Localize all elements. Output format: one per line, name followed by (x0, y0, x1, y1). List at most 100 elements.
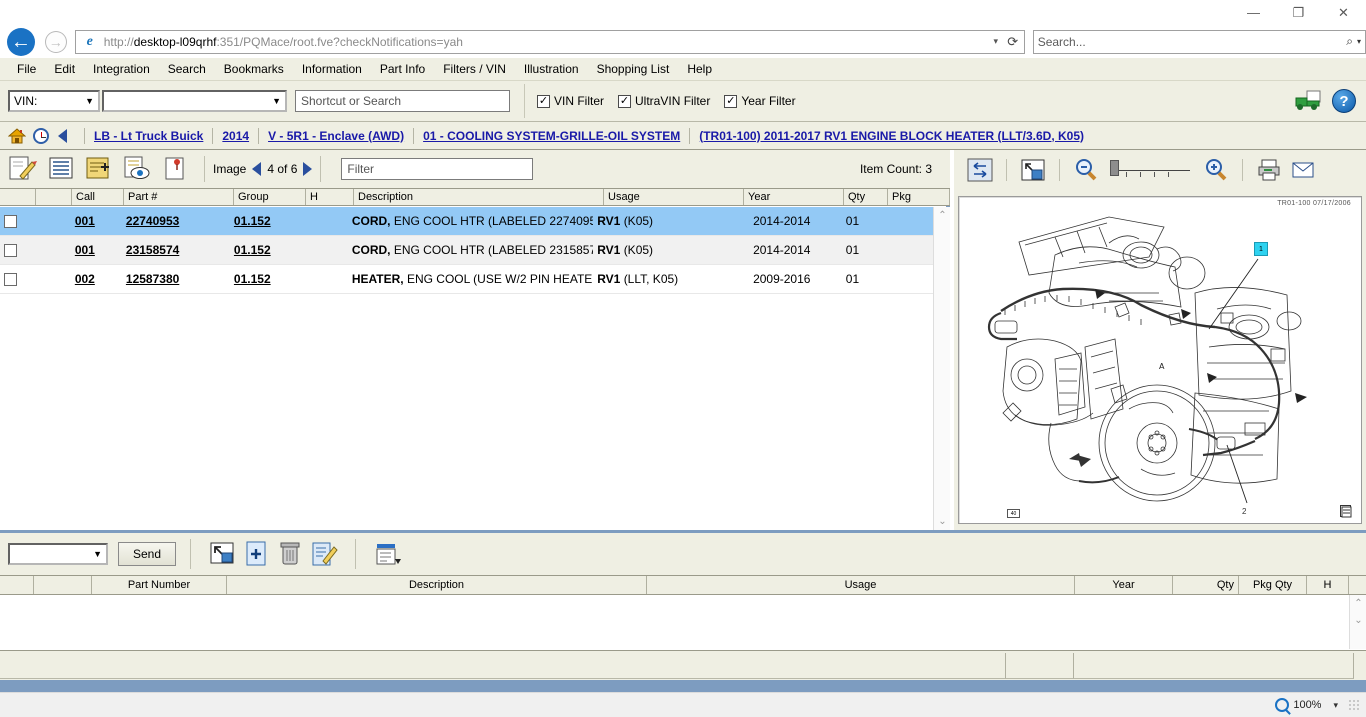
ultravin-filter-checkbox-row[interactable]: ✓ UltraVIN Filter (618, 94, 710, 108)
vin-type-select[interactable]: VIN: ▼ (8, 90, 100, 112)
list-icon[interactable] (44, 154, 78, 184)
filter-input[interactable]: Filter (341, 158, 533, 180)
illustration-hotspot-1[interactable]: 1 (1254, 242, 1268, 256)
group-link[interactable]: 01.152 (234, 272, 271, 286)
email-icon[interactable] (1289, 157, 1317, 183)
scroll-down-icon[interactable]: ⌄ (934, 513, 951, 530)
swap-arrows-icon[interactable] (966, 157, 994, 183)
pin-note-icon[interactable] (158, 154, 192, 184)
chevron-down-icon[interactable]: ▾ (1357, 37, 1361, 46)
preview-icon[interactable] (120, 154, 154, 184)
breadcrumb-item-make[interactable]: LB - Lt Truck Buick (94, 129, 203, 143)
menu-item-bookmarks[interactable]: Bookmarks (215, 60, 293, 78)
call-link[interactable]: 002 (75, 272, 95, 286)
call-link[interactable]: 001 (75, 243, 95, 257)
column-header-part[interactable]: Part # (124, 189, 234, 205)
scroll-up-icon[interactable]: ⌃ (1350, 595, 1366, 612)
year-filter-checkbox-row[interactable]: ✓ Year Filter (724, 94, 795, 108)
column-header-h[interactable]: H (306, 189, 354, 205)
column-header-blank1[interactable] (0, 576, 34, 594)
part-number-link[interactable]: 23158574 (126, 243, 179, 257)
refresh-icon[interactable]: ⟳ (1004, 34, 1022, 50)
illustration-image[interactable]: TR01-100 07/17/2006 (958, 196, 1362, 524)
menu-item-help[interactable]: Help (678, 60, 721, 78)
maximize-button[interactable]: ❐ (1276, 0, 1321, 25)
call-link[interactable]: 001 (75, 214, 95, 228)
column-header-qty[interactable]: Qty (1173, 576, 1239, 594)
notes-add-icon[interactable] (82, 154, 116, 184)
column-header-usage[interactable]: Usage (647, 576, 1075, 594)
row-select-cell[interactable] (0, 236, 35, 264)
year-filter-checkbox[interactable]: ✓ (724, 95, 737, 108)
column-header-description[interactable]: Description (227, 576, 647, 594)
zoom-out-icon[interactable] (1072, 157, 1100, 183)
breadcrumb-item-model[interactable]: V - 5R1 - Enclave (AWD) (268, 129, 404, 143)
menu-item-integration[interactable]: Integration (84, 60, 159, 78)
column-header-pkg-qty[interactable]: Pkg Qty (1239, 576, 1307, 594)
table-row[interactable]: 001 23158574 01.152 CORD, ENG COOL HTR (… (0, 236, 933, 265)
chevron-down-icon[interactable]: ▾ (988, 36, 1004, 47)
shopping-list-scrollbar[interactable]: ⌃ ⌄ (1349, 595, 1366, 649)
menu-item-filters-vin[interactable]: Filters / VIN (434, 60, 515, 78)
menu-item-search[interactable]: Search (159, 60, 215, 78)
zoom-slider-handle[interactable] (1110, 160, 1119, 176)
vehicle-icon[interactable] (1294, 89, 1324, 113)
part-number-link[interactable]: 12587380 (126, 272, 179, 286)
column-header-select[interactable] (0, 189, 36, 205)
column-header-call[interactable]: Call (72, 189, 124, 205)
row-checkbox[interactable] (4, 244, 17, 257)
zoom-icon[interactable] (1275, 698, 1289, 712)
back-button[interactable]: ← (3, 27, 39, 57)
vin-filter-checkbox-row[interactable]: ✓ VIN Filter (537, 94, 604, 108)
next-image-icon[interactable] (303, 162, 312, 176)
group-link[interactable]: 01.152 (234, 214, 271, 228)
table-row[interactable]: 002 12587380 01.152 HEATER, ENG COOL (US… (0, 265, 933, 294)
resize-grip[interactable] (1348, 699, 1360, 711)
column-header-qty[interactable]: Qty (844, 189, 888, 205)
column-header-h[interactable]: H (1307, 576, 1349, 594)
shortcut-search-input[interactable]: Shortcut or Search (295, 90, 510, 112)
print-icon[interactable] (1255, 157, 1283, 183)
address-bar[interactable]: e http://desktop-l09qrhf:351/PQMace/root… (75, 30, 1025, 54)
column-header-part-number[interactable]: Part Number (92, 576, 227, 594)
column-header-pkg[interactable]: Pkg (888, 189, 950, 205)
restore-window-icon[interactable] (1019, 157, 1047, 183)
edit-document-icon[interactable] (307, 539, 341, 569)
home-icon[interactable] (8, 128, 26, 144)
edit-note-icon[interactable] (6, 154, 40, 184)
row-checkbox[interactable] (4, 273, 17, 286)
forward-button[interactable]: → (45, 31, 67, 53)
close-button[interactable]: ✕ (1321, 0, 1366, 25)
column-header-group[interactable]: Group (234, 189, 306, 205)
column-header-usage[interactable]: Usage (604, 189, 744, 205)
menu-item-edit[interactable]: Edit (45, 60, 84, 78)
vin-filter-checkbox[interactable]: ✓ (537, 95, 550, 108)
breadcrumb-item-group[interactable]: 01 - COOLING SYSTEM-GRILLE-OIL SYSTEM (423, 129, 680, 143)
chevron-down-icon[interactable]: ▾ (1333, 700, 1338, 711)
history-icon[interactable] (33, 128, 49, 144)
send-button[interactable]: Send (118, 542, 176, 566)
back-arrow-icon[interactable] (58, 129, 67, 143)
zoom-slider[interactable] (1106, 157, 1196, 183)
menu-item-shopping-list[interactable]: Shopping List (588, 60, 679, 78)
vin-value-select[interactable]: ▼ (102, 90, 287, 112)
row-select-cell[interactable] (0, 265, 35, 293)
report-list-icon[interactable] (370, 539, 404, 569)
table-row[interactable]: 001 22740953 01.152 CORD, ENG COOL HTR (… (0, 207, 933, 236)
menu-item-information[interactable]: Information (293, 60, 371, 78)
add-document-icon[interactable] (239, 539, 273, 569)
breadcrumb-item-year[interactable]: 2014 (222, 129, 249, 143)
menu-item-file[interactable]: File (8, 60, 45, 78)
part-number-link[interactable]: 22740953 (126, 214, 179, 228)
group-link[interactable]: 01.152 (234, 243, 271, 257)
help-icon[interactable]: ? (1332, 89, 1356, 113)
restore-window-icon[interactable] (205, 539, 239, 569)
column-header-year[interactable]: Year (1075, 576, 1173, 594)
delete-icon[interactable] (273, 539, 307, 569)
breadcrumb-item-illustration[interactable]: (TR01-100) 2011-2017 RV1 ENGINE BLOCK HE… (699, 129, 1084, 143)
row-checkbox[interactable] (4, 215, 17, 228)
zoom-in-icon[interactable] (1202, 157, 1230, 183)
scroll-up-icon[interactable]: ⌃ (934, 207, 951, 224)
shopping-list-select[interactable]: ▼ (8, 543, 108, 565)
minimize-button[interactable]: — (1231, 0, 1276, 25)
